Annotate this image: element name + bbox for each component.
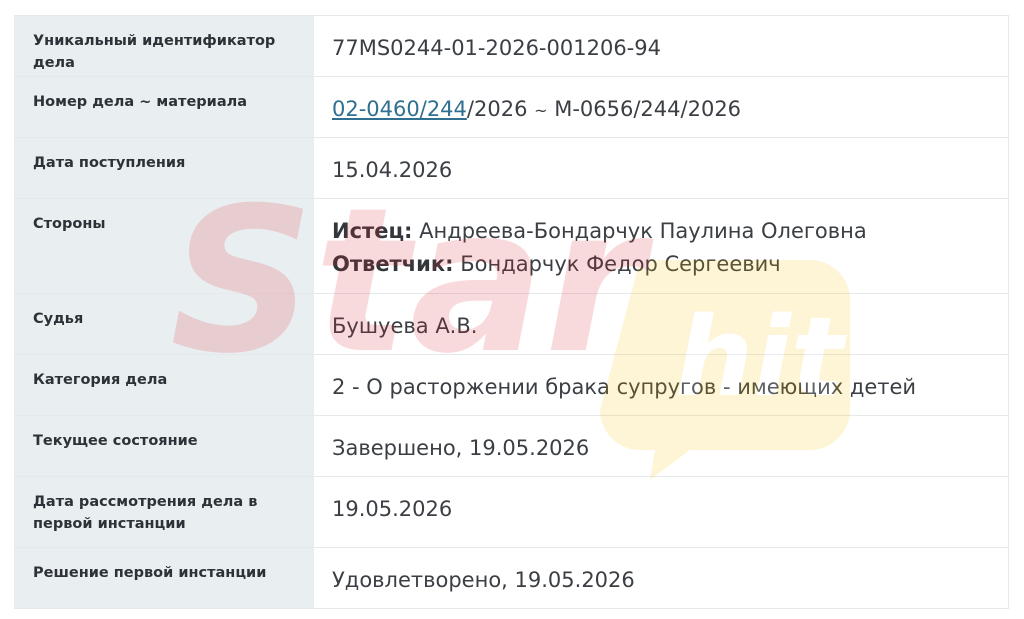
row-value-category: 2 - О расторжении брака супругов - имеющ… xyxy=(314,354,1009,416)
table-row: Текущее состояние Завершено, 19.05.2026 xyxy=(14,415,1009,477)
row-value-unique-id: 77MS0244-01-2026-001206-94 xyxy=(314,15,1009,77)
row-value-status: Завершено, 19.05.2026 xyxy=(314,415,1009,477)
table-row: Стороны Истец: Андреева-Бондарчук Паулин… xyxy=(14,198,1009,294)
table-row: Судья Бушуева А.В. xyxy=(14,293,1009,355)
case-number-tilde: ~ xyxy=(534,101,548,120)
row-label-hearing-date: Дата рассмотрения дела в первой инстанци… xyxy=(14,476,314,548)
defendant-line: Ответчик: Бондарчук Федор Сергеевич xyxy=(332,248,990,281)
row-value-judge: Бушуева А.В. xyxy=(314,293,1009,355)
defendant-role: Ответчик: xyxy=(332,252,454,276)
row-label-receipt-date: Дата поступления xyxy=(14,137,314,199)
row-label-status: Текущее состояние xyxy=(14,415,314,477)
table-row: Номер дела ~ материала 02-0460/244/2026 … xyxy=(14,76,1009,138)
plaintiff-role: Истец: xyxy=(332,219,413,243)
plaintiff-line: Истец: Андреева-Бондарчук Паулина Олегов… xyxy=(332,215,990,248)
table-row: Дата рассмотрения дела в первой инстанци… xyxy=(14,476,1009,548)
row-label-judge: Судья xyxy=(14,293,314,355)
row-value-decision: Удовлетворено, 19.05.2026 xyxy=(314,547,1009,609)
row-value-parties: Истец: Андреева-Бондарчук Паулина Олегов… xyxy=(314,198,1009,294)
row-label-category: Категория дела xyxy=(14,354,314,416)
table-row: Категория дела 2 - О расторжении брака с… xyxy=(14,354,1009,416)
row-label-unique-id: Уникальный идентификатор дела xyxy=(14,15,314,77)
row-label-decision: Решение первой инстанции xyxy=(14,547,314,609)
table-row: Уникальный идентификатор дела 77MS0244-0… xyxy=(14,15,1009,77)
defendant-name: Бондарчук Федор Сергеевич xyxy=(460,252,781,276)
row-label-case-number: Номер дела ~ материала xyxy=(14,76,314,138)
material-number: М-0656/244/2026 xyxy=(554,97,742,121)
case-info-table: Уникальный идентификатор дела 77MS0244-0… xyxy=(14,15,1009,609)
table-row: Дата поступления 15.04.2026 xyxy=(14,137,1009,199)
row-value-case-number: 02-0460/244/2026 ~ М-0656/244/2026 xyxy=(314,76,1009,138)
plaintiff-name: Андреева-Бондарчук Паулина Олеговна xyxy=(419,219,867,243)
row-label-parties: Стороны xyxy=(14,198,314,294)
row-value-receipt-date: 15.04.2026 xyxy=(314,137,1009,199)
table-row: Решение первой инстанции Удовлетворено, … xyxy=(14,547,1009,609)
case-number-suffix: /2026 xyxy=(466,97,528,121)
row-value-hearing-date: 19.05.2026 xyxy=(314,476,1009,548)
case-number-link[interactable]: 02-0460/244 xyxy=(332,97,467,121)
